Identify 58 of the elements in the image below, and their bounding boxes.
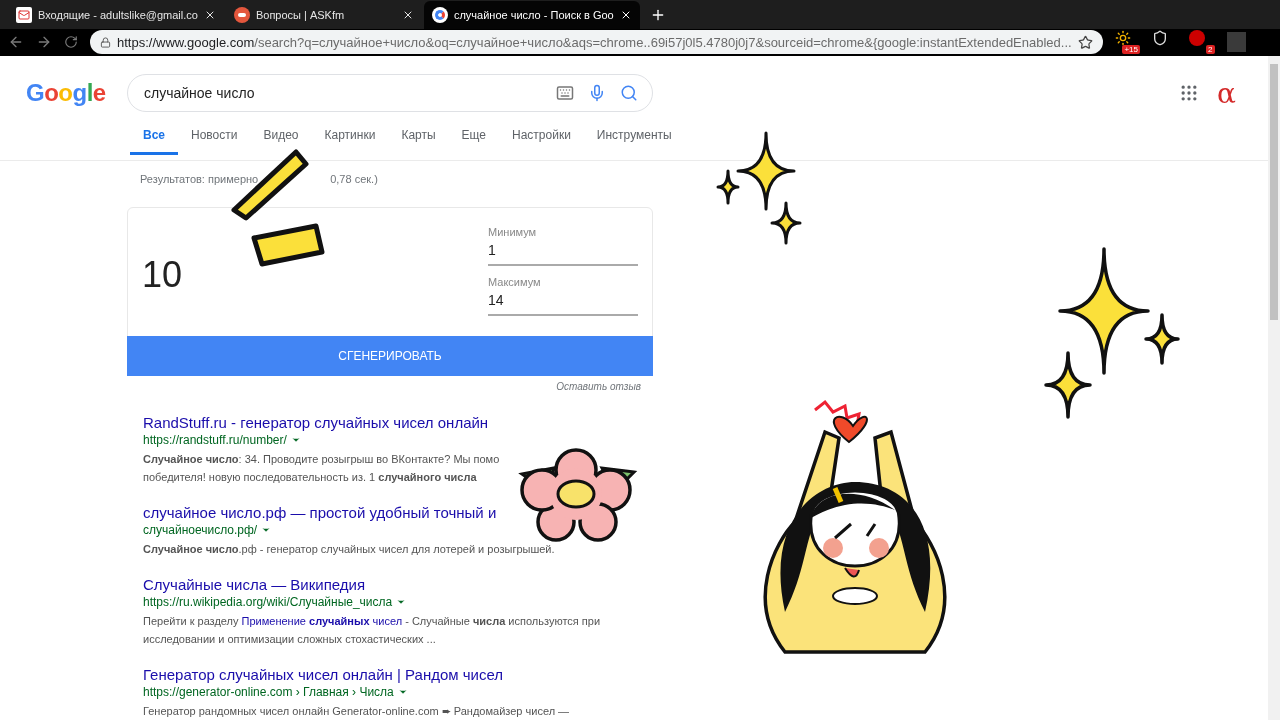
search-tab[interactable]: Еще — [448, 124, 499, 155]
browser-tab[interactable]: случайное число - Поиск в Goo — [423, 0, 640, 29]
result-snippet: исследовании и оптимизации сложных стохастических ... — [143, 632, 437, 647]
search-icon[interactable] — [620, 84, 638, 102]
result-url: https://randstuff.ru/number/ — [143, 433, 287, 447]
result-title[interactable]: случайное число.рф — простой удобный точный и — [143, 504, 653, 521]
result-url: https://generator-online.com › Главная › Числа — [143, 685, 394, 699]
extension-badge: +15 — [1122, 45, 1140, 55]
field-label: Максимум — [488, 276, 542, 288]
random-number: 10 — [141, 253, 184, 297]
search-tab[interactable]: Настройки — [499, 124, 584, 155]
result-snippet: Генератор рандомных чисел онлайн Generator-online.com ➨ Рандомайзер чисел — — [143, 704, 571, 719]
microphone-icon[interactable] — [588, 84, 606, 102]
reload-icon[interactable] — [64, 35, 78, 50]
caret-icon[interactable] — [261, 525, 272, 535]
favicon-icon — [16, 6, 32, 23]
lock-icon — [100, 37, 111, 48]
result-snippet: победителя! новую последовательность из. 1 случайного числа — [143, 470, 478, 485]
account-avatar[interactable]: α — [1217, 76, 1236, 110]
tab-title: случайное число - Поиск в Goo — [453, 8, 614, 21]
result-title[interactable]: RandStuff.ru - генератор случайных чисел онлайн — [143, 414, 653, 431]
result-snippet: Случайное число.рф - генератор случайных чисел для лотерей и розыгрышей. — [143, 542, 556, 557]
result-title[interactable]: Случайные числа — Википедия — [143, 576, 653, 593]
result-snippet: Перейти к разделу Применение случайных чисел - Случайные числа используются при — [143, 614, 602, 629]
caret-icon[interactable] — [290, 435, 301, 445]
maximum-field[interactable]: 14 — [488, 288, 638, 316]
result-snippet: Случайное число: 34. Проводите розыгрыш во ВКонтакте? Мы помо — [143, 452, 501, 467]
keyboard-icon[interactable] — [556, 84, 574, 102]
google-logo[interactable]: Google — [26, 79, 127, 107]
browser-tab[interactable]: Входящие - adultslike@gmail.co — [8, 0, 224, 29]
url-text: https://www.google.com/search?q=случайное+число&oq=случайное+число&aqs=chrome..69i57j0l5.4780j0j7&sourceid=chrome&{google:instantExtendedEnabled... — [117, 35, 1072, 50]
result-title[interactable]: Генератор случайных чисел онлайн | Рандом чисел — [143, 666, 653, 683]
bookmark-star-icon[interactable] — [1077, 35, 1093, 50]
minimum-field[interactable]: 1 — [488, 238, 638, 266]
browser-tab[interactable]: Вопросы | ASKfm — [225, 0, 422, 29]
search-tab[interactable]: Новости — [178, 124, 251, 155]
scrollbar-thumb[interactable] — [1270, 64, 1278, 320]
search-tab[interactable]: Картинки — [311, 124, 389, 155]
search-tab[interactable]: Видео — [250, 124, 312, 155]
caret-icon[interactable] — [397, 687, 408, 697]
caret-icon[interactable] — [396, 597, 407, 607]
extension-badge: 2 — [1206, 45, 1215, 55]
search-tab[interactable]: Инструменты — [583, 124, 685, 155]
search-tab[interactable]: Все — [130, 124, 178, 155]
result-stats: Результатов: примерно — [140, 173, 259, 187]
result-stats: 0,78 сек.) — [330, 173, 378, 187]
tab-title: Входящие - adultslike@gmail.co — [38, 8, 198, 21]
favicon-icon — [233, 6, 250, 23]
result-url: https://ru.wikipedia.org/wiki/Случайные_числа — [143, 595, 393, 609]
result-url: случайноечисло.рф/ — [143, 523, 258, 537]
field-label: Минимум — [488, 226, 538, 238]
favicon-icon — [431, 6, 448, 23]
address-bar[interactable]: https://www.google.com/search?q=случайное+число&oq=случайное+число&aqs=chrome..69i57j0l5.4780j0j7&sourceid=chrome&{google:instantExtendedEnabled... — [90, 30, 1103, 55]
tab-title: Вопросы | ASKfm — [255, 8, 346, 21]
search-tab[interactable]: Карты — [388, 124, 449, 155]
snippet-link[interactable]: Применение случайных чисел — [241, 615, 403, 627]
generate-button[interactable]: СГЕНЕРИРОВАТЬ — [127, 336, 653, 376]
feedback-link[interactable]: Оставить отзыв — [556, 381, 641, 392]
